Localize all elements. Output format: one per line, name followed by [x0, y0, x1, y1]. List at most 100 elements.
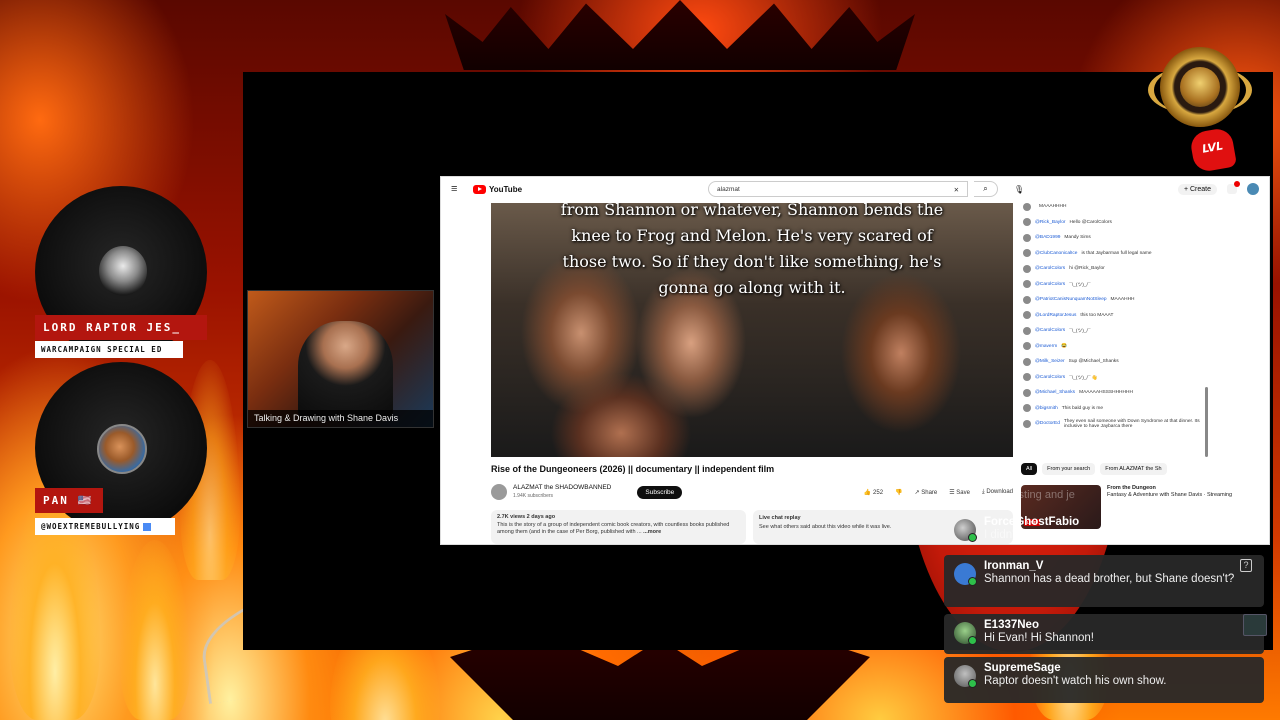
channel-name[interactable]: ALAZMAT the SHADOWBANNED: [513, 484, 611, 492]
youtube-logo-text: YouTube: [489, 184, 523, 194]
search-icon[interactable]: ⌕: [974, 181, 999, 197]
account-avatar[interactable]: [1247, 183, 1259, 195]
youtube-play-icon: [473, 184, 486, 194]
description-meta: 2.7K views 2 days ago: [497, 514, 556, 520]
user-avatar: [954, 519, 977, 542]
yt-chat-username[interactable]: @Michael_Shanks: [1035, 390, 1075, 395]
side-thumbnail: [1243, 614, 1267, 636]
share-button[interactable]: ↗ Share: [915, 489, 938, 496]
yt-chat-text: They even nail someone with Down Syndrom…: [1063, 418, 1200, 429]
save-button[interactable]: ☰ Save: [949, 489, 970, 496]
chat-message: E1337Neo Hi Evan! Hi Shannon!: [944, 614, 1264, 654]
create-button[interactable]: + Create: [1177, 183, 1217, 195]
host-1-subtitle: WARCAMPAIGN SPECIAL ED: [35, 341, 183, 358]
yt-chat-row: @LordRaptorJesus this too MAAAT: [1023, 308, 1213, 324]
rec-tabs: All From your search From ALAZMAT the Sh: [1021, 463, 1261, 475]
yt-chat-row: @CarolColors ¯\_(ツ)_/¯ 👋: [1023, 370, 1213, 386]
chat-message: SupremeSage Raptor doesn't watch his own…: [944, 657, 1264, 703]
yt-chat-username[interactable]: @BAD1999: [1035, 235, 1060, 240]
description-text: This is the story of a group of independ…: [497, 522, 740, 537]
webcam-person: [298, 321, 393, 421]
search-input[interactable]: alazmat ✕: [708, 181, 969, 197]
create-label: Create: [1189, 185, 1211, 193]
yt-chat-row: MAAAHHHH: [1023, 199, 1213, 215]
crest-logo: LVL: [1148, 45, 1252, 174]
video-subtitle: from Shannon or whatever, Shannon bends …: [560, 203, 944, 297]
yt-chat-avatar: [1023, 311, 1031, 320]
yt-chat-avatar: [1023, 326, 1031, 335]
yt-chat-username[interactable]: @maverm: [1035, 344, 1057, 349]
chat-text: Hi Evan! Hi Shannon!: [984, 632, 1094, 644]
fading-chat-line: lusting and je: [1010, 489, 1075, 501]
yt-chat-avatar: [1023, 388, 1031, 397]
video-player[interactable]: from Shannon or whatever, Shannon bends …: [491, 203, 1013, 457]
channel-subs: 1.94K subscribers: [513, 493, 554, 499]
yt-chat-username[interactable]: @Rick_Baylor: [1035, 220, 1065, 225]
chat-username: E1337Neo: [984, 619, 1039, 631]
download-label: Download: [986, 488, 1013, 495]
menu-icon[interactable]: ≡: [451, 183, 467, 195]
save-label: Save: [956, 489, 970, 496]
yt-chat-username[interactable]: @CarolColors: [1035, 266, 1065, 271]
chat-username: SupremeSage: [984, 662, 1061, 674]
flame-shape: [120, 540, 190, 720]
more-link[interactable]: ...more: [643, 529, 661, 535]
bell-icon[interactable]: [1227, 181, 1240, 194]
mic-icon[interactable]: 🎙: [1014, 185, 1024, 194]
yt-chat-username[interactable]: @CarolColors: [1035, 282, 1065, 287]
yt-chat-avatar: [1023, 202, 1031, 211]
webcam-caption: Talking & Drawing with Shane Davis: [248, 410, 433, 427]
chat-scrollbar[interactable]: [1205, 387, 1208, 457]
dislike-icon[interactable]: 👎: [895, 489, 902, 496]
youtube-logo[interactable]: YouTube: [473, 184, 523, 194]
yt-chat-text: MAAAHHH: [1110, 297, 1135, 303]
yt-chat-avatar: [1023, 373, 1031, 382]
channel-info: ALAZMAT the SHADOWBANNED 1.94K subscribe…: [513, 484, 611, 500]
channel-avatar[interactable]: [491, 484, 507, 500]
channel-row: ALAZMAT the SHADOWBANNED 1.94K subscribe…: [491, 482, 1013, 502]
top-emblem-graphic: [445, 0, 915, 70]
host-2-name: PAN 🇺🇸: [35, 488, 103, 513]
yt-chat-text: ¯\_(ツ)_/¯: [1069, 282, 1091, 288]
yt-chat-username[interactable]: @ClubCanonicalIce: [1035, 251, 1077, 256]
yt-chat-row: @Michael_Shanks MAAAAAHSSSHHHHHH: [1023, 385, 1213, 401]
yt-chat-avatar: [1023, 419, 1031, 428]
question-icon[interactable]: ?: [1240, 559, 1252, 572]
rec-tab-channel[interactable]: From ALAZMAT the Sh: [1100, 463, 1167, 475]
yt-chat-avatar: [1023, 342, 1031, 351]
rec-tab-all[interactable]: All: [1021, 463, 1038, 475]
like-button[interactable]: 👍 252: [864, 489, 883, 496]
yt-chat-username[interactable]: @DoctorEd: [1035, 421, 1060, 426]
clear-icon[interactable]: ✕: [954, 186, 959, 194]
rec-tab-search[interactable]: From your search: [1042, 463, 1096, 475]
host-1-name: LORD RAPTOR JES_: [35, 315, 207, 340]
chat-message: ForceGhostFabio I didn't get AIDS watchi…: [944, 511, 1264, 547]
yt-chat-row: @PatriotCanisNunquamNotSleep MAAAHHH: [1023, 292, 1213, 308]
yt-chat-username[interactable]: @CarolColors: [1035, 328, 1065, 333]
video-description[interactable]: 2.7K views 2 days ago This is the story …: [491, 510, 746, 544]
yt-chat-row: @DoctorEd They even nail someone with Dow…: [1023, 416, 1213, 432]
yt-chat-username[interactable]: @bigsmith: [1035, 406, 1058, 411]
yt-chat-username[interactable]: @Milk_Seizer: [1035, 359, 1065, 364]
host-2-avatar: [97, 424, 147, 474]
warrior-head-icon: [1180, 67, 1220, 107]
yt-chat-avatar: [1023, 280, 1031, 289]
yt-chat-avatar: [1023, 404, 1031, 413]
chat-message: ? Ironman_V Shannon has a dead brother, …: [944, 555, 1264, 607]
yt-chat-text: is that Jaybarman full legal name: [1081, 250, 1152, 256]
yt-chat-avatar: [1023, 357, 1031, 366]
yt-chat-text: MAAAAAHSSSHHHHHH: [1079, 390, 1133, 396]
subscribe-button[interactable]: Subscribe: [637, 485, 683, 499]
yt-chat-username[interactable]: @PatriotCanisNunquamNotSleep: [1035, 297, 1107, 302]
video-title: Rise of the Dungeoneers (2026) || docume…: [491, 464, 775, 474]
download-button[interactable]: ⤓ Download: [982, 489, 1013, 496]
chat-username: Ironman_V: [984, 560, 1044, 572]
crest-badge: LVL: [1188, 126, 1238, 174]
yt-chat-text: This bald guy is me: [1061, 405, 1104, 411]
yt-chat-username[interactable]: @CarolColors: [1035, 375, 1065, 380]
search-value: alazmat: [717, 186, 740, 193]
yt-chat-text: Mandy Sims: [1064, 235, 1091, 241]
yt-chat-row: @ClubCanonicalIce is that Jaybarman full …: [1023, 246, 1213, 262]
yt-chat-text: ¯\_(ツ)_/¯: [1069, 329, 1091, 335]
yt-chat-username[interactable]: @LordRaptorJesus: [1035, 313, 1076, 318]
